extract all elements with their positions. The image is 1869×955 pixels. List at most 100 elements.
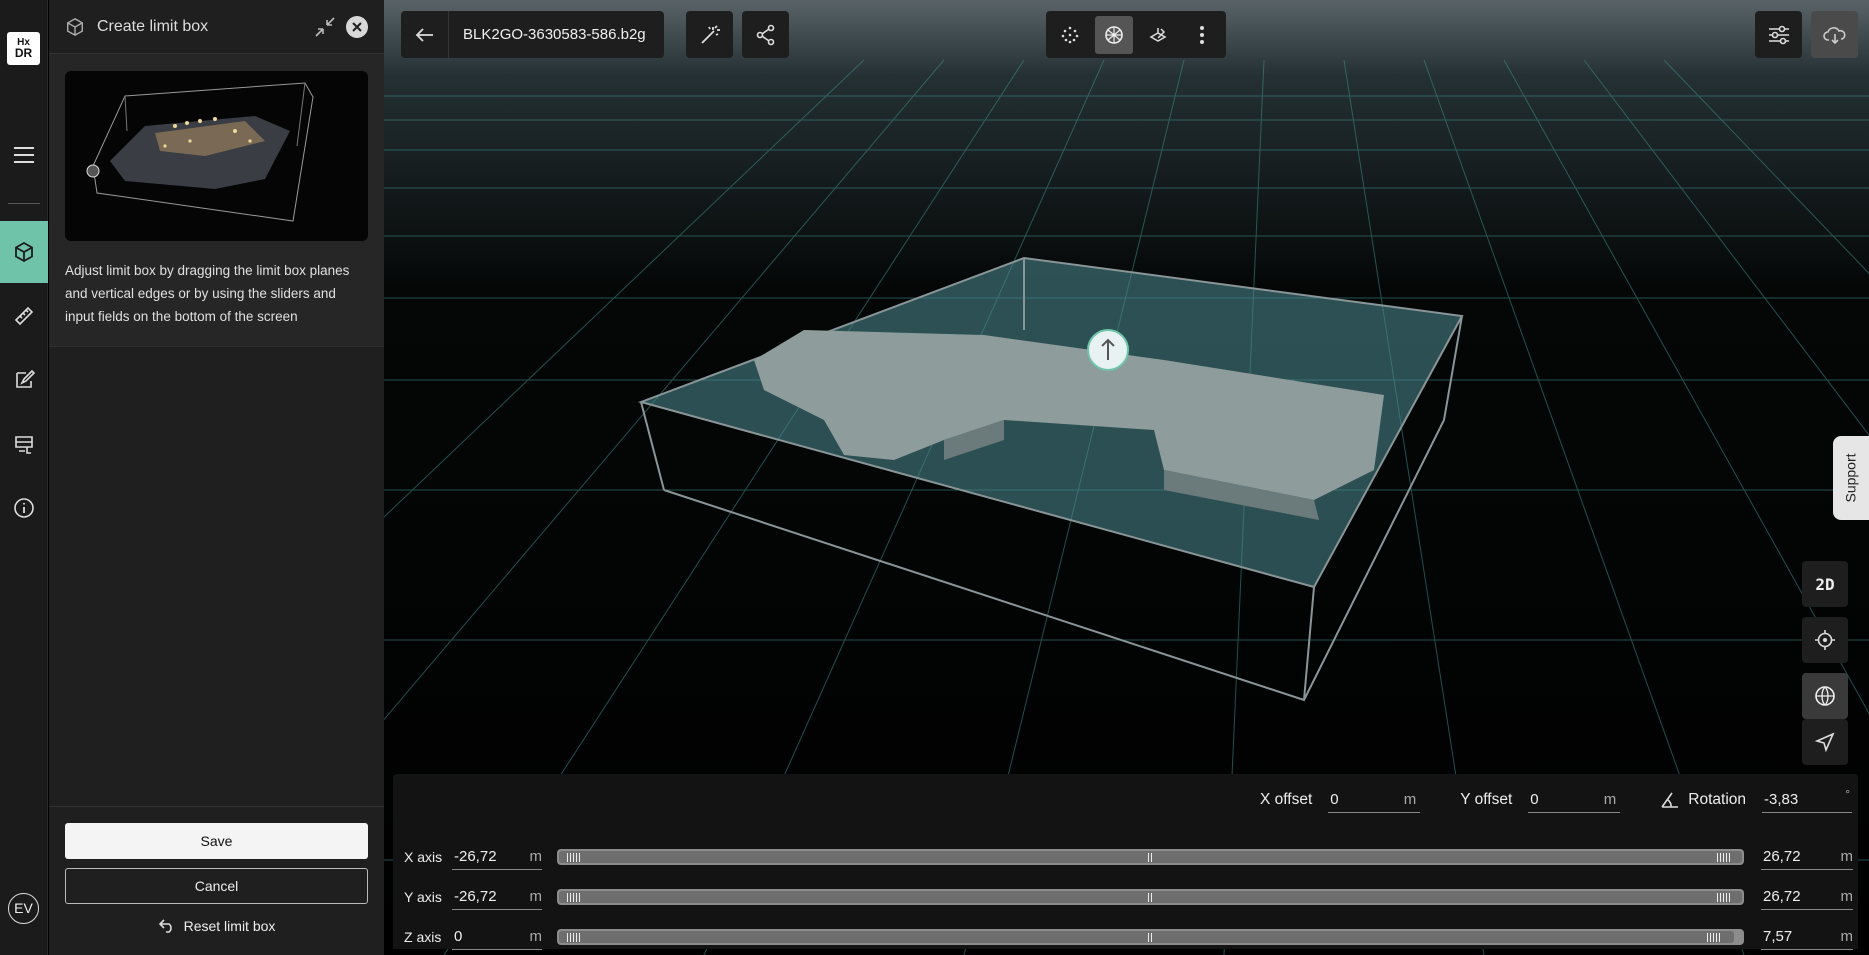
save-button[interactable]: Save — [65, 823, 368, 859]
edit-view-button[interactable] — [1139, 16, 1177, 54]
limit-box-icon — [67, 17, 83, 36]
reset-limit-box-button[interactable]: Reset limit box — [65, 918, 368, 934]
z-axis-min-handle[interactable] — [567, 932, 580, 942]
x-axis-max-handle[interactable] — [1717, 852, 1730, 862]
settings-sliders-icon — [1768, 25, 1789, 44]
y-axis-min-input[interactable]: -26,72 m — [452, 884, 542, 910]
y-axis-label: Y axis — [404, 889, 442, 905]
x-axis-max-input[interactable]: 26,72 m — [1761, 844, 1853, 870]
z-axis-max-input[interactable]: 7,57 m — [1761, 924, 1853, 950]
panel-footer: Save Cancel Reset limit box — [49, 806, 384, 934]
logo-text-bottom: DR — [14, 46, 33, 60]
cloud-download-button[interactable] — [1811, 11, 1858, 58]
y-axis-min-handle[interactable] — [567, 892, 580, 902]
magic-wand-icon — [700, 24, 720, 44]
y-axis-row: Y axis -26,72 m 26,72 m — [393, 880, 1858, 914]
x-offset-unit: m — [1403, 791, 1417, 808]
y-offset-unit: m — [1603, 791, 1617, 808]
y-axis-max-unit: m — [1840, 888, 1854, 905]
view-mode-toolbar — [1046, 11, 1226, 58]
y-axis-range-slider[interactable] — [557, 889, 1744, 905]
reset-limit-box-label: Reset limit box — [183, 918, 276, 934]
share-button[interactable] — [742, 11, 789, 58]
collapse-panel-button[interactable] — [314, 16, 336, 38]
file-name: BLK2GO-3630583-586.b2g — [448, 11, 664, 58]
rotation-input[interactable]: -3,83 ° — [1762, 787, 1852, 813]
y-axis-center-handle[interactable] — [1148, 892, 1152, 902]
measure-icon — [14, 306, 34, 326]
y-axis-max-input[interactable]: 26,72 m — [1761, 884, 1853, 910]
y-axis-min-value: -26,72 — [454, 888, 497, 905]
z-axis-min-unit: m — [529, 928, 543, 945]
limit-box-panel: Create limit box Adjust limit box by dra… — [49, 0, 384, 955]
2d-view-label: 2D — [1815, 574, 1835, 594]
rail-item-annotate[interactable] — [0, 349, 48, 411]
undo-icon — [158, 919, 172, 933]
support-tab[interactable]: Support — [1833, 436, 1869, 520]
x-offset-label: X offset — [1259, 791, 1313, 808]
y-offset-input[interactable]: 0 m — [1528, 787, 1621, 813]
edit-view-icon — [1149, 27, 1167, 42]
rotation-unit: ° — [1845, 787, 1850, 801]
navigate-icon — [1815, 732, 1835, 752]
close-panel-button[interactable] — [346, 15, 368, 38]
rail-item-limit-box[interactable] — [0, 221, 48, 283]
rotation-value: -3,83 — [1764, 791, 1799, 808]
globe-mode-button[interactable] — [1802, 673, 1848, 719]
left-rail: Hx DR EV — [0, 0, 48, 955]
z-axis-row: Z axis 0 m 7,57 m — [393, 920, 1858, 954]
back-arrow-icon — [415, 27, 433, 42]
info-icon — [14, 498, 34, 518]
mesh-mode-button[interactable] — [1095, 15, 1133, 54]
z-axis-range-slider[interactable] — [557, 929, 1744, 945]
locate-button[interactable] — [1802, 617, 1848, 663]
collapse-icon — [315, 16, 335, 37]
annotate-icon — [16, 369, 35, 388]
panel-body: Adjust limit box by dragging the limit b… — [49, 54, 384, 347]
navigate-mode-button[interactable] — [1802, 719, 1848, 765]
rail-item-measure[interactable] — [0, 285, 48, 347]
rail-item-report[interactable] — [0, 413, 48, 475]
file-toolbar: BLK2GO-3630583-586.b2g — [401, 11, 664, 58]
x-axis-center-handle[interactable] — [1148, 852, 1152, 862]
x-axis-max-value: 26,72 — [1763, 848, 1801, 865]
limit-box-controls: X offset 0 m Y offset 0 m Rotation -3,83… — [393, 774, 1858, 950]
y-offset-value: 0 — [1530, 791, 1539, 808]
x-axis-range-slider[interactable] — [557, 849, 1744, 865]
2d-view-button[interactable]: 2D — [1802, 561, 1848, 607]
hx-dr-logo[interactable]: Hx DR — [7, 32, 40, 65]
cancel-button[interactable]: Cancel — [65, 868, 368, 904]
limit-box-preview-image — [65, 71, 368, 241]
back-button[interactable] — [401, 11, 448, 58]
y-axis-max-handle[interactable] — [1717, 892, 1730, 902]
rail-item-info[interactable] — [0, 477, 48, 539]
rail-divider — [8, 203, 40, 204]
y-axis-max-value: 26,72 — [1763, 888, 1801, 905]
z-axis-max-unit: m — [1840, 928, 1854, 945]
user-avatar[interactable]: EV — [8, 893, 39, 924]
z-axis-center-handle[interactable] — [1148, 932, 1152, 942]
cloud-download-icon — [1822, 26, 1846, 44]
x-axis-min-handle[interactable] — [567, 852, 580, 862]
menu-icon — [14, 147, 34, 163]
settings-button[interactable] — [1755, 11, 1802, 58]
support-label: Support — [1843, 453, 1860, 503]
menu-button[interactable] — [0, 124, 48, 186]
x-offset-input[interactable]: 0 m — [1328, 787, 1421, 813]
report-icon — [15, 436, 33, 454]
x-offset-value: 0 — [1330, 791, 1339, 808]
target-icon — [1815, 630, 1835, 650]
x-axis-min-input[interactable]: -26,72 m — [452, 844, 542, 870]
mesh-icon — [1105, 25, 1123, 44]
z-axis-max-value: 7,57 — [1763, 928, 1793, 945]
z-axis-min-value: 0 — [454, 928, 463, 945]
point-cloud-mode-button[interactable] — [1051, 16, 1089, 54]
z-axis-min-input[interactable]: 0 m — [452, 924, 542, 950]
y-axis-min-unit: m — [529, 888, 543, 905]
x-axis-row: X axis -26,72 m 26,72 m — [393, 840, 1858, 874]
z-axis-max-handle[interactable] — [1707, 932, 1720, 942]
magic-wand-button[interactable] — [686, 11, 733, 58]
more-options-button[interactable] — [1183, 16, 1221, 54]
x-axis-max-unit: m — [1840, 848, 1854, 865]
globe-icon — [1815, 686, 1835, 706]
